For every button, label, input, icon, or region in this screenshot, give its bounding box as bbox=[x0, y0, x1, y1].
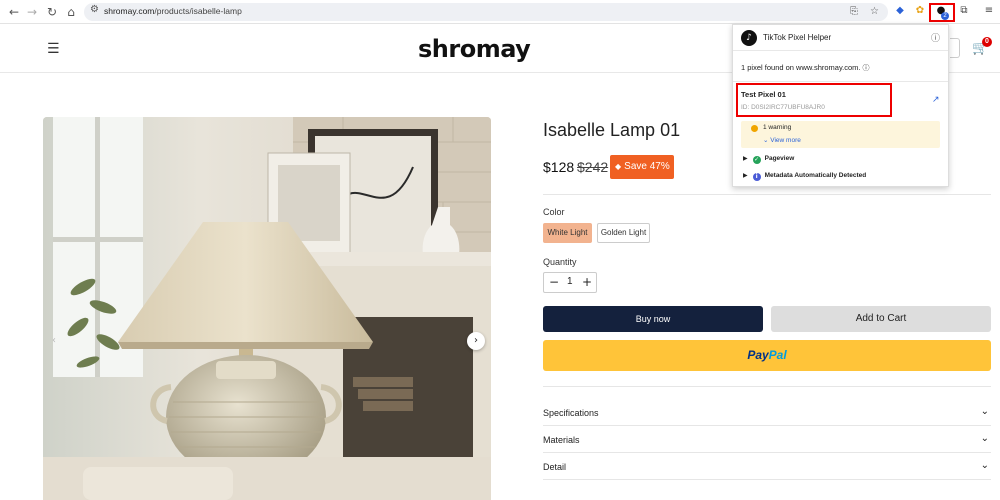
expand-triangle-icon: ▶ bbox=[743, 155, 748, 162]
paypal-logo-pay: Pay bbox=[747, 348, 769, 362]
browser-toolbar: ← → ↻ ⌂ ⚙ shromay.com/products/isabelle-… bbox=[0, 0, 1000, 24]
warning-icon bbox=[751, 125, 758, 132]
save-badge: ◆ Save 47% bbox=[610, 155, 674, 179]
save-label: Save 47% bbox=[624, 161, 670, 172]
sale-price: $128 bbox=[543, 159, 575, 175]
tab-menu-icon[interactable]: ≡ bbox=[982, 4, 996, 18]
home-icon[interactable]: ⌂ bbox=[63, 4, 79, 20]
popup-title: TikTok Pixel Helper bbox=[763, 33, 832, 42]
event-pageview[interactable]: ▶ ✓ Pageview bbox=[743, 155, 794, 164]
site-logo[interactable]: shromay bbox=[418, 35, 531, 63]
color-option-golden-light[interactable]: Golden Light bbox=[597, 223, 650, 243]
bookmark-star-icon[interactable]: ☆ bbox=[870, 6, 879, 17]
previous-image-icon[interactable]: ‹ bbox=[52, 335, 56, 346]
product-image[interactable]: ‹ bbox=[43, 117, 491, 500]
divider bbox=[543, 194, 991, 195]
chevron-down-icon: ⌄ bbox=[980, 460, 989, 471]
accordion-specifications[interactable]: Specifications ⌄ bbox=[543, 400, 991, 426]
warning-box: 1 warning ⌄ View more bbox=[741, 121, 940, 148]
product-title: Isabelle Lamp 01 bbox=[543, 120, 681, 140]
site-info-icon[interactable]: ⚙ bbox=[90, 4, 99, 15]
accordion-detail[interactable]: Detail ⌄ bbox=[543, 454, 991, 480]
popup-header: ♪ TikTok Pixel Helper ⓘ bbox=[733, 25, 948, 51]
add-to-cart-button[interactable]: Add to Cart bbox=[771, 306, 991, 332]
paypal-button[interactable]: PayPal bbox=[543, 340, 991, 371]
pixel-id: ID: D0SI2IRC77UBFU8AJR0 bbox=[741, 104, 825, 111]
reload-icon[interactable]: ↻ bbox=[44, 4, 60, 20]
extensions-puzzle-icon[interactable]: ⧉ bbox=[957, 4, 971, 18]
extension-flower-icon[interactable]: ✿ bbox=[913, 4, 927, 18]
translate-icon[interactable]: ⎘ bbox=[850, 6, 858, 17]
lamp-photo bbox=[43, 117, 491, 500]
external-link-icon[interactable]: ↗ bbox=[932, 95, 940, 105]
view-more-link[interactable]: ⌄ View more bbox=[763, 136, 801, 144]
accordion-label: Specifications bbox=[543, 408, 599, 418]
accordion-materials[interactable]: Materials ⌄ bbox=[543, 427, 991, 453]
extension-highlight-box bbox=[929, 3, 955, 22]
divider bbox=[543, 386, 991, 387]
buy-now-button[interactable]: Buy now bbox=[543, 306, 763, 332]
pixel-highlight-box bbox=[736, 83, 892, 117]
url-text[interactable]: shromay.com/products/isabelle-lamp bbox=[104, 6, 242, 16]
check-circle-icon: ✓ bbox=[752, 156, 761, 164]
tiktok-logo-icon: ♪ bbox=[741, 30, 757, 46]
extension-translate-icon[interactable]: ◆ bbox=[893, 4, 907, 18]
color-label: Color bbox=[543, 207, 565, 217]
increase-quantity-button[interactable]: + bbox=[582, 275, 592, 289]
chevron-down-icon: ⌄ bbox=[980, 433, 989, 444]
accordion-label: Materials bbox=[543, 435, 580, 445]
tiktok-pixel-helper-popup: ♪ TikTok Pixel Helper ⓘ 1 pixel found on… bbox=[732, 24, 949, 187]
accordion-label: Detail bbox=[543, 462, 567, 472]
expand-triangle-icon: ▶ bbox=[743, 172, 748, 179]
quantity-label: Quantity bbox=[543, 257, 577, 267]
pixel-found-text: 1 pixel found on www.shromay.com. ⓘ bbox=[741, 63, 870, 72]
cart-count-badge: 0 bbox=[982, 37, 992, 47]
tag-icon: ◆ bbox=[615, 162, 622, 171]
menu-icon[interactable]: ☰ bbox=[47, 41, 60, 57]
event-metadata[interactable]: ▶ i Metadata Automatically Detected bbox=[743, 172, 866, 181]
quantity-stepper: − 1 + bbox=[543, 272, 597, 293]
warning-text: 1 warning bbox=[763, 124, 792, 131]
help-icon[interactable]: ⓘ bbox=[931, 31, 940, 44]
color-option-white-light[interactable]: White Light bbox=[543, 223, 592, 243]
next-image-button[interactable]: › bbox=[467, 332, 485, 350]
decrease-quantity-button[interactable]: − bbox=[549, 275, 559, 289]
currency-select-edge[interactable] bbox=[950, 38, 960, 58]
back-icon[interactable]: ← bbox=[6, 4, 22, 20]
address-bar[interactable]: ⚙ shromay.com/products/isabelle-lamp ⎘ ☆ bbox=[84, 3, 888, 21]
chevron-down-icon: ⌄ bbox=[980, 406, 989, 417]
divider bbox=[733, 81, 948, 82]
info-icon[interactable]: ⓘ bbox=[863, 64, 870, 72]
info-circle-icon: i bbox=[752, 173, 761, 181]
pixel-name[interactable]: Test Pixel 01 bbox=[741, 90, 786, 99]
paypal-logo-pal: Pal bbox=[768, 348, 787, 362]
forward-icon[interactable]: → bbox=[24, 4, 40, 20]
compare-price: $242 bbox=[577, 159, 609, 175]
quantity-value[interactable]: 1 bbox=[567, 276, 573, 287]
